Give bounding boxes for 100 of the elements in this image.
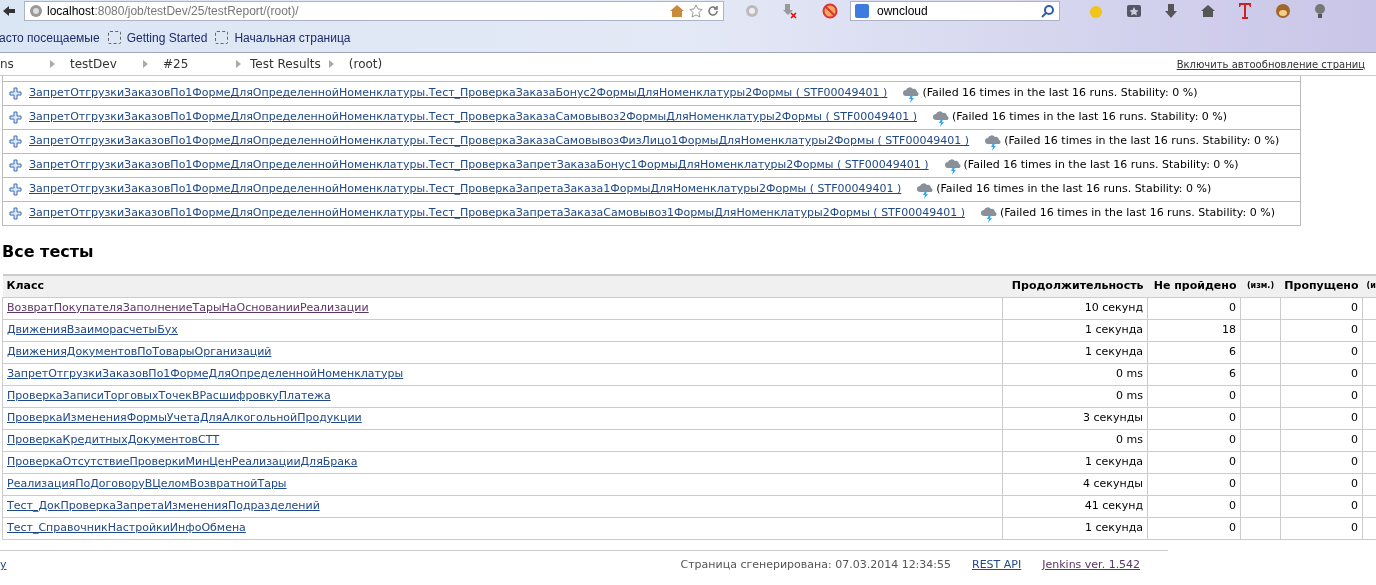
search-engine-icon (855, 4, 869, 18)
class-link[interactable]: ДвиженияВзаиморасчетыБух (7, 322, 178, 336)
bookmark-folder-icon (107, 31, 121, 44)
skipped-count-cell: 0 (1280, 407, 1363, 429)
failed-count-cell: 6 (1147, 341, 1241, 363)
class-link[interactable]: ВозвратПокупателяЗаполнениеТарыНаОснованииРеализации (7, 300, 369, 314)
storm-cloud-icon (916, 180, 935, 199)
duration-cell: 1 секунда (1002, 319, 1148, 341)
storm-cloud-icon (979, 204, 998, 223)
skipped-count-cell: 0 (1280, 451, 1363, 473)
bookmark-link[interactable]: Начальная страница (234, 28, 351, 47)
failure-stability-text: (Failed 16 times in the last 16 runs. Stability: 0 %) (963, 157, 1239, 174)
class-link[interactable]: Тест_ДокПроверкаЗапретаИзмененияПодразделений (7, 498, 320, 512)
home-icon[interactable] (1200, 4, 1216, 18)
footer-link[interactable]: Jenkins ver. 1.542 (1042, 557, 1141, 574)
duration-cell: 1 секунда (1002, 341, 1148, 363)
bookmark-link[interactable]: Getting Started (126, 28, 208, 47)
expand-plus-icon[interactable] (9, 159, 22, 172)
search-field[interactable]: owncloud (850, 1, 1060, 21)
breadcrumb-link[interactable]: ns (0, 55, 42, 73)
expand-plus-icon[interactable] (9, 183, 22, 196)
failed-count-cell: 18 (1147, 319, 1241, 341)
search-icon[interactable] (1041, 4, 1055, 18)
failure-stability-text: (Failed 16 times in the last 16 runs. Stability: 0 %) (952, 109, 1228, 126)
column-header: Продолжительность (1002, 275, 1148, 297)
download-icon[interactable] (1164, 3, 1178, 19)
section-heading: Все тесты (2, 242, 95, 262)
failure-stability-text: (Failed 16 times in the last 16 runs. Stability: 0 %) (999, 205, 1275, 222)
breadcrumb-link[interactable]: #25 (163, 55, 228, 73)
footer-link[interactable]: y (0, 557, 7, 574)
reload-icon[interactable] (707, 5, 719, 17)
failed-test-link[interactable]: ЗапретОтгрузкиЗаказовПо1ФормеДляОпределеннойНоменклатуры.Тест_ПроверкаЗаказаСамовывоз2ФормыДляНоменклатуры2Формы ( STF00049401 ) (29, 109, 918, 126)
failed-count-cell: 0 (1147, 517, 1241, 539)
failed-count-cell: 0 (1147, 473, 1241, 495)
column-header: Не пройдено (1147, 275, 1241, 297)
storm-cloud-icon (943, 156, 962, 175)
skipped-count-cell: 0 (1280, 297, 1363, 319)
breadcrumb-link[interactable]: testDev (70, 55, 135, 73)
failed-count-cell: 0 (1147, 451, 1241, 473)
auto-refresh-link[interactable]: Включить автообновление страниц (1176, 56, 1365, 72)
star-icon[interactable] (689, 4, 703, 18)
bulb-icon[interactable] (1314, 3, 1326, 19)
breadcrumb-arrow-icon[interactable] (50, 60, 56, 68)
duration-cell: 0 ms (1002, 429, 1148, 451)
breadcrumb-arrow-icon[interactable] (143, 60, 149, 68)
failed-count-cell: 0 (1147, 297, 1241, 319)
bookmark-folder-icon (215, 31, 229, 44)
bookmark-link[interactable]: асто посещаемые (0, 28, 100, 47)
expand-plus-icon[interactable] (9, 87, 22, 100)
class-link[interactable]: РеализацияПоДоговоруВЦеломВозвратнойТары (7, 476, 287, 490)
storm-cloud-icon (902, 84, 921, 103)
class-link[interactable]: ПроверкаЗаписиТорговыхТочекВРасшифровкуПлатежа (7, 388, 331, 402)
failed-count-cell: 0 (1147, 407, 1241, 429)
duration-cell: 1 секунда (1002, 451, 1148, 473)
breadcrumb-arrow-icon[interactable] (236, 60, 242, 68)
failed-test-link[interactable]: ЗапретОтгрузкиЗаказовПо1ФормеДляОпределеннойНоменклатуры.Тест_ПроверкаЗаказаБонус2ФормыДляНоменклатуры2Формы ( STF00049401 ) (29, 85, 888, 102)
failure-stability-text: (Failed 16 times in the last 16 runs. Stability: 0 %) (922, 85, 1198, 102)
skipped-count-cell: 0 (1280, 341, 1363, 363)
url-text: localhost:8080/job/testDev/25/testReport/(root)/ (47, 3, 300, 20)
failure-stability-text: (Failed 16 times in the last 16 runs. Stability: 0 %) (1004, 133, 1280, 150)
t-letter-icon[interactable] (1238, 2, 1252, 20)
skipped-count-cell: 0 (1280, 385, 1363, 407)
skipped-count-cell: 0 (1280, 319, 1363, 341)
breadcrumb-link[interactable]: (root) (348, 55, 414, 73)
failed-test-link[interactable]: ЗапретОтгрузкиЗаказовПо1ФормеДляОпределеннойНоменклатуры.Тест_ПроверкаЗапретаЗаказаСамовывоз1ФормыДляНоменклатуры2Формы ( STF00049401 ) (29, 205, 965, 222)
duration-cell: 0 ms (1002, 385, 1148, 407)
back-arrow-icon[interactable] (2, 4, 16, 18)
class-link[interactable]: ДвиженияДокументовПоТоварыОрганизаций (7, 344, 272, 358)
skipped-count-cell: 0 (1280, 429, 1363, 451)
failed-test-link[interactable]: ЗапретОтгрузкиЗаказовПо1ФормеДляОпределеннойНоменклатуры.Тест_ПроверкаЗаказаСамовывозФизЛицо1ФормыДляНоменклатуры2Формы ( STF00049401 ) (29, 133, 970, 150)
column-header: (изм.) (1240, 275, 1281, 297)
duration-cell: 3 секунды (1002, 407, 1148, 429)
duration-cell: 1 секунда (1002, 517, 1148, 539)
class-link[interactable]: Тест_СправочникНастройкиИнфоОбмена (7, 520, 246, 534)
duration-cell: 10 секунд (1002, 297, 1148, 319)
failed-count-cell: 0 (1147, 429, 1241, 451)
home-icon[interactable] (669, 4, 685, 18)
breadcrumb-arrow-icon[interactable] (328, 60, 335, 68)
class-link[interactable]: ЗапретОтгрузкиЗаказовПо1ФормеДляОпределеннойНоменклатуры (7, 366, 404, 380)
expand-plus-icon[interactable] (9, 207, 22, 220)
address-bar[interactable]: localhost:8080/job/testDev/25/testReport/(root)/ (24, 1, 724, 21)
class-link[interactable]: ПроверкаКредитныхДокументовСТТ (7, 432, 220, 446)
blocked-icon[interactable] (822, 3, 838, 19)
class-link[interactable]: ПроверкаОтсутствиеПроверкиМинЦенРеализацииДляБрака (7, 454, 358, 468)
failed-test-link[interactable]: ЗапретОтгрузкиЗаказовПо1ФормеДляОпределеннойНоменклатуры.Тест_ПроверкаЗапретЗаказаБонус1ФормыДляНоменклатуры2Формы ( STF00049401 ) (29, 157, 929, 174)
expand-plus-icon[interactable] (9, 111, 22, 124)
duration-cell: 4 секунды (1002, 473, 1148, 495)
expand-plus-icon[interactable] (9, 135, 22, 148)
breadcrumb-link[interactable]: Test Results (250, 55, 321, 73)
storm-cloud-icon (984, 132, 1003, 151)
footer-link[interactable]: REST API (972, 557, 1022, 574)
generated-timestamp: Страница сгенерирована: 07.03.2014 12:34:55 (680, 557, 952, 574)
failed-count-cell: 0 (1147, 495, 1241, 517)
search-value: owncloud (877, 3, 929, 20)
skipped-count-cell: 0 (1280, 495, 1363, 517)
column-header: (и (1362, 275, 1376, 297)
class-link[interactable]: ПроверкаИзмененияФормыУчетаДляАлкогольнойПродукции (7, 410, 362, 424)
column-header: Класс (2, 275, 1003, 297)
failed-test-link[interactable]: ЗапретОтгрузкиЗаказовПо1ФормеДляОпределеннойНоменклатуры.Тест_ПроверкаЗапретаЗаказа1ФормыДляНоменклатуры2Формы ( STF00049401 ) (29, 181, 902, 198)
failed-count-cell: 0 (1147, 385, 1241, 407)
